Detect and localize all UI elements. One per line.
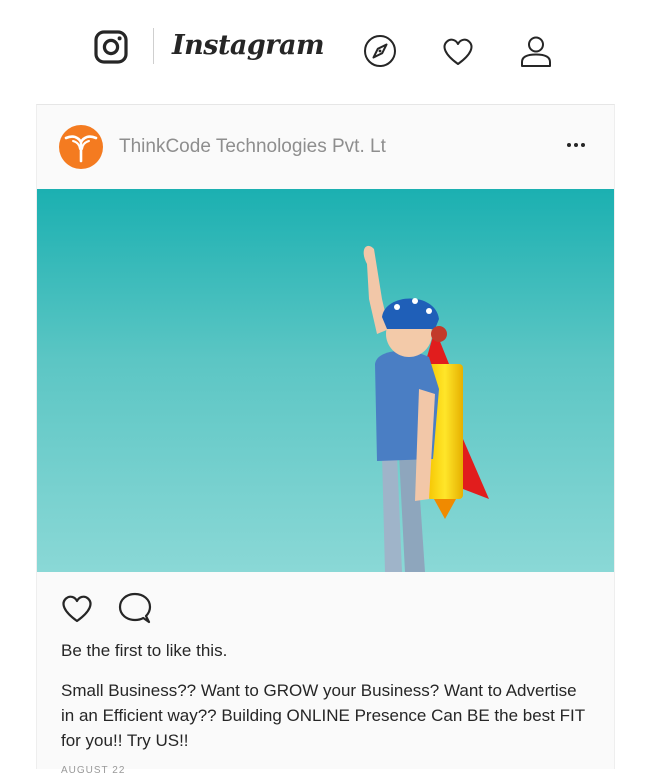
instagram-logo-icon[interactable] [94, 30, 128, 64]
post-header: ThinkCode Technologies Pvt. Lt [37, 105, 614, 189]
top-navigation-bar: Instagram [0, 0, 654, 100]
post-card: ThinkCode Technologies Pvt. Lt Be the fi… [36, 104, 615, 776]
more-options-icon[interactable] [564, 133, 588, 157]
instagram-wordmark[interactable]: Instagram [172, 26, 325, 66]
post-actions [37, 590, 614, 630]
compass-icon[interactable] [362, 33, 398, 69]
post-author[interactable]: ThinkCode Technologies Pvt. Lt [119, 135, 386, 159]
header-divider [153, 28, 154, 64]
avatar[interactable] [59, 125, 103, 169]
likes-summary[interactable]: Be the first to like this. [61, 640, 227, 662]
post-timestamp: AUGUST 22 [61, 765, 126, 776]
post-image[interactable] [37, 189, 614, 572]
comment-icon[interactable] [117, 590, 153, 626]
post-caption: Small Business?? Want to GROW your Busin… [61, 681, 585, 750]
heart-icon[interactable] [440, 33, 476, 69]
profile-icon[interactable] [518, 33, 554, 69]
like-heart-icon[interactable] [59, 590, 95, 626]
company-logo-icon [64, 135, 98, 163]
